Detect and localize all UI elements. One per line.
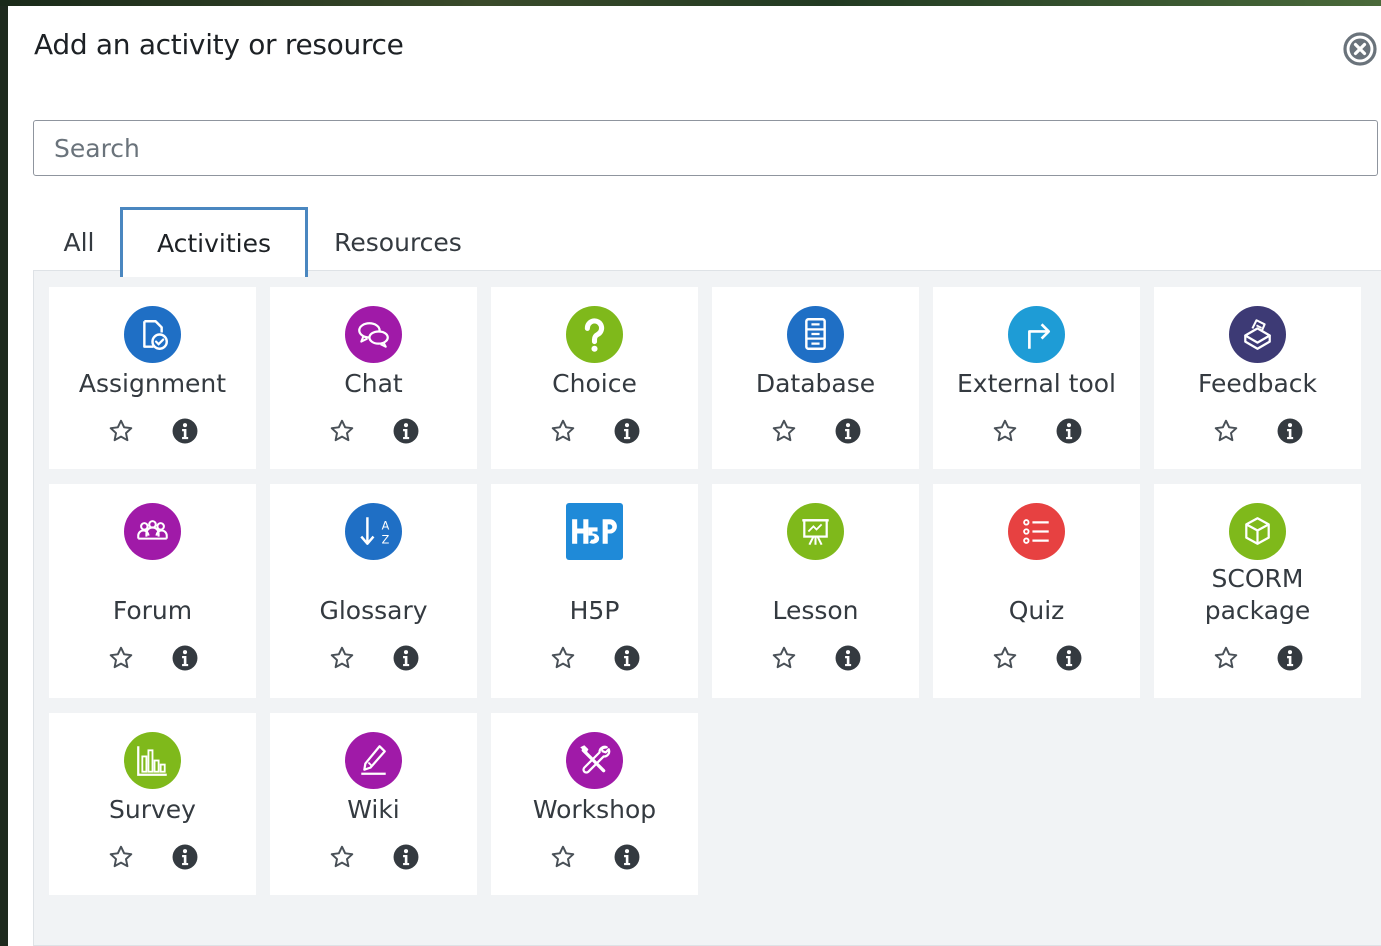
activity-card-feedback[interactable]: Feedback <box>1154 287 1361 469</box>
info-icon[interactable] <box>172 645 198 671</box>
info-icon[interactable] <box>614 418 640 444</box>
star-icon[interactable] <box>992 418 1018 444</box>
activity-name: Workshop <box>532 795 657 824</box>
activity-card-survey[interactable]: Survey <box>49 713 256 895</box>
activity-card-forum[interactable]: Forum <box>49 484 256 698</box>
activity-name: Lesson <box>772 596 859 625</box>
info-icon[interactable] <box>393 844 419 870</box>
external-tool-icon <box>1008 306 1065 363</box>
assignment-icon <box>124 306 181 363</box>
close-icon[interactable] <box>1343 32 1377 66</box>
forum-icon <box>124 503 181 560</box>
activity-card-choice[interactable]: Choice <box>491 287 698 469</box>
feedback-icon <box>1229 306 1286 363</box>
activity-name: Assignment <box>78 369 227 398</box>
info-icon[interactable] <box>1056 418 1082 444</box>
info-icon[interactable] <box>835 645 861 671</box>
info-icon[interactable] <box>614 645 640 671</box>
activity-name: Wiki <box>347 795 400 824</box>
wiki-icon <box>345 732 402 789</box>
activity-card-database[interactable]: Database <box>712 287 919 469</box>
activity-chooser-panel: Assignment Chat Choice Database External… <box>33 270 1381 946</box>
h5p-icon <box>566 503 623 560</box>
activity-card-h5p[interactable]: H5P <box>491 484 698 698</box>
quiz-icon <box>1008 503 1065 560</box>
star-icon[interactable] <box>108 645 134 671</box>
star-icon[interactable] <box>992 645 1018 671</box>
activity-card-external-tool[interactable]: External tool <box>933 287 1140 469</box>
activity-name: Chat <box>344 369 403 398</box>
activity-name: Survey <box>109 795 196 824</box>
star-icon[interactable] <box>771 645 797 671</box>
activity-card-assignment[interactable]: Assignment <box>49 287 256 469</box>
tab-resources[interactable]: Resources <box>318 207 478 277</box>
tab-all[interactable]: All <box>48 207 110 277</box>
activity-card-lesson[interactable]: Lesson <box>712 484 919 698</box>
info-icon[interactable] <box>835 418 861 444</box>
activity-card-scorm-package[interactable]: SCORM package <box>1154 484 1361 698</box>
info-icon[interactable] <box>172 844 198 870</box>
activity-name: H5P <box>569 596 620 625</box>
activity-grid: Assignment Chat Choice Database External… <box>49 287 1361 895</box>
info-icon[interactable] <box>1056 645 1082 671</box>
activity-name: Choice <box>552 369 637 398</box>
activity-name-line2: package <box>1204 596 1311 625</box>
scorm-package-icon <box>1229 503 1286 560</box>
svg-text:A: A <box>382 519 390 532</box>
star-icon[interactable] <box>329 645 355 671</box>
star-icon[interactable] <box>1213 645 1239 671</box>
info-icon[interactable] <box>1277 418 1303 444</box>
activity-card-workshop[interactable]: Workshop <box>491 713 698 895</box>
info-icon[interactable] <box>1277 645 1303 671</box>
star-icon[interactable] <box>550 645 576 671</box>
activity-name: External tool <box>956 369 1116 398</box>
glossary-icon: A Z <box>345 503 402 560</box>
activity-name-line1: SCORM <box>1211 564 1304 593</box>
info-icon[interactable] <box>393 418 419 444</box>
lesson-icon <box>787 503 844 560</box>
star-icon[interactable] <box>550 418 576 444</box>
activity-name: Glossary <box>319 596 428 625</box>
activity-card-chat[interactable]: Chat <box>270 287 477 469</box>
star-icon[interactable] <box>329 418 355 444</box>
star-icon[interactable] <box>1213 418 1239 444</box>
activity-card-wiki[interactable]: Wiki <box>270 713 477 895</box>
search-input[interactable] <box>33 120 1378 176</box>
chat-icon <box>345 306 402 363</box>
choice-icon <box>566 306 623 363</box>
activity-card-glossary[interactable]: A Z Glossary <box>270 484 477 698</box>
dialog-title: Add an activity or resource <box>34 28 404 61</box>
activity-card-quiz[interactable]: Quiz <box>933 484 1140 698</box>
activity-name: Forum <box>112 596 193 625</box>
star-icon[interactable] <box>329 844 355 870</box>
star-icon[interactable] <box>550 844 576 870</box>
survey-icon <box>124 732 181 789</box>
add-activity-dialog: Add an activity or resource All Activiti… <box>8 6 1381 946</box>
workshop-icon <box>566 732 623 789</box>
activity-name: Quiz <box>1008 596 1065 625</box>
activity-name: Database <box>755 369 876 398</box>
activity-name: SCORM package <box>1154 563 1361 627</box>
info-icon[interactable] <box>172 418 198 444</box>
tab-activities[interactable]: Activities <box>120 207 308 277</box>
info-icon[interactable] <box>393 645 419 671</box>
database-icon <box>787 306 844 363</box>
info-icon[interactable] <box>614 844 640 870</box>
svg-text:Z: Z <box>382 534 390 547</box>
star-icon[interactable] <box>108 418 134 444</box>
star-icon[interactable] <box>108 844 134 870</box>
star-icon[interactable] <box>771 418 797 444</box>
activity-name: Feedback <box>1197 369 1318 398</box>
